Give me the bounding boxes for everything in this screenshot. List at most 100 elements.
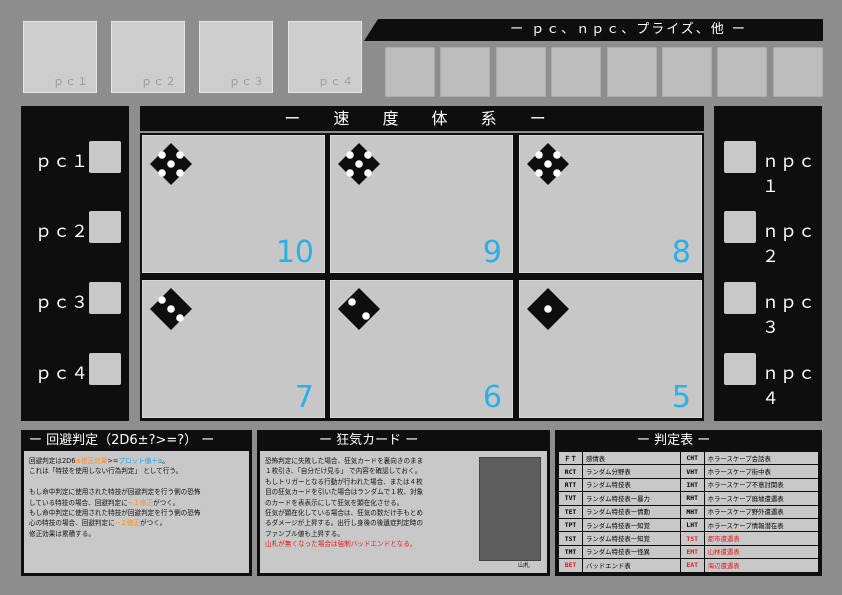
speed-cell[interactable]: 9 bbox=[330, 135, 513, 273]
speed-cell[interactable]: 7 bbox=[142, 280, 325, 418]
pc1-card-slot[interactable]: ｐｃ１ bbox=[23, 21, 97, 93]
npc-row-label: ｎｐｃ２ bbox=[762, 222, 816, 267]
table-name-cell: ランダム特技表ー暴力 bbox=[582, 491, 681, 506]
table-code-cell: BET bbox=[558, 558, 583, 573]
speed-cell[interactable]: 5 bbox=[519, 280, 702, 418]
pc3-card-slot[interactable]: ｐｃ３ bbox=[199, 21, 273, 93]
deck-card-slot[interactable] bbox=[479, 457, 541, 561]
dice-icon bbox=[527, 143, 569, 185]
dice-pip bbox=[346, 151, 354, 159]
npc-slot[interactable] bbox=[717, 47, 767, 97]
pc-row-label: ｐｃ２ bbox=[35, 222, 89, 242]
table-row[interactable]: RCT ランダム分野表 VHT ホラースケープ街中表 bbox=[558, 464, 820, 479]
pc-row-label: ｐｃ３ bbox=[35, 293, 89, 313]
dice-pip bbox=[176, 169, 184, 177]
pc-marker-box[interactable] bbox=[89, 353, 121, 385]
pc-row: ｐｃ２ bbox=[21, 211, 129, 247]
npc-prize-banner: ー ｐｃ、ｎｐｃ、プライズ、他 ー bbox=[364, 19, 823, 41]
judge-table-panel: ー 判定表 ー ＦＴ 感情表 CHT ホラースケープ会話表 RCT ランダム分野表 VHT ホ… bbox=[555, 430, 822, 576]
dice-icon bbox=[338, 288, 380, 330]
dice-pip bbox=[553, 169, 561, 177]
npc-slot[interactable] bbox=[496, 47, 546, 97]
speed-cell[interactable]: 10 bbox=[142, 135, 325, 273]
speed-number: 8 bbox=[671, 235, 691, 270]
table-code-cell: ＦＴ bbox=[558, 450, 583, 466]
table-code-cell: CHT bbox=[679, 450, 705, 466]
dice-pip bbox=[348, 298, 356, 306]
table-name-cell: ランダム特技表ー知覚 bbox=[582, 531, 681, 546]
table-code-cell: LHT bbox=[679, 517, 705, 533]
npc-row: ｎｐｃ４ bbox=[714, 353, 822, 409]
pc-marker-box[interactable] bbox=[89, 282, 121, 314]
pc-card-label: ｐｃ１ bbox=[53, 75, 89, 88]
table-row[interactable]: BET バッドエンド表 EAT 海辺遭遇表 bbox=[558, 558, 820, 573]
npc-row-label: ｎｐｃ４ bbox=[762, 364, 816, 409]
speed-number: 7 bbox=[294, 380, 314, 415]
dice-pip bbox=[158, 151, 166, 159]
evasion-body: 回避判定は2D6±修正効果>=プロット値＋α。 これは「特技を使用しない行為判定… bbox=[24, 451, 249, 573]
table-name-cell: ホラースケープ不意討関表 bbox=[703, 477, 820, 493]
pc-row-label: ｐｃ４ bbox=[35, 364, 89, 384]
npc-slot[interactable] bbox=[773, 47, 823, 97]
speed-grid: 10 9 8 7 6 5 bbox=[140, 133, 704, 421]
table-row[interactable]: TST ランダム特技表ー知覚 TST 都市遭遇表 bbox=[558, 531, 820, 546]
dice-pip bbox=[535, 169, 543, 177]
table-name-cell: ホラースケープ廃墟遭遇表 bbox=[703, 491, 820, 506]
table-code-cell: EAT bbox=[679, 558, 705, 573]
pc-row: ｐｃ４ bbox=[21, 353, 129, 389]
table-name-cell: バッドエンド表 bbox=[582, 558, 681, 573]
table-row[interactable]: RTT ランダム特技表 IHT ホラースケープ不意討関表 bbox=[558, 477, 820, 493]
dice-pip bbox=[167, 160, 175, 168]
table-code-cell: TPT bbox=[558, 517, 583, 533]
madness-body: 恐怖判定に失敗した場合、狂気カードを裏向きのまま １枚引き、「自分だけ見る」 で… bbox=[260, 451, 547, 573]
pc-marker-box[interactable] bbox=[89, 141, 121, 173]
table-code-cell: EMT bbox=[679, 544, 705, 560]
speed-system-title: ー 速 度 体 系 ー bbox=[140, 106, 704, 131]
table-name-cell: 感情表 bbox=[582, 450, 681, 466]
speed-cell[interactable]: 6 bbox=[330, 280, 513, 418]
npc-slot[interactable] bbox=[440, 47, 490, 97]
dice-pip bbox=[176, 314, 184, 322]
dice-pip bbox=[544, 160, 552, 168]
judge-table: ＦＴ 感情表 CHT ホラースケープ会話表 RCT ランダム分野表 VHT ホラースケープ街中… bbox=[558, 450, 820, 573]
pc-card-label: ｐｃ３ bbox=[229, 75, 265, 88]
evasion-panel: ー 回避判定（2D6±?>=?） ー 回避判定は2D6±修正効果>=プロット値＋… bbox=[21, 430, 252, 576]
table-code-cell: RTT bbox=[558, 477, 583, 493]
table-name-cell: ランダム特技表ー情動 bbox=[582, 504, 681, 519]
evasion-title: ー 回避判定（2D6±?>=?） ー bbox=[29, 433, 215, 448]
pc-row-label: ｐｃ１ bbox=[35, 152, 89, 172]
speed-cell[interactable]: 8 bbox=[519, 135, 702, 273]
dice-pip bbox=[364, 169, 372, 177]
npc-marker-box[interactable] bbox=[724, 141, 756, 173]
table-row[interactable]: TET ランダム特技表ー情動 MHT ホラースケープ野外遭遇表 bbox=[558, 504, 820, 519]
npc-slot[interactable] bbox=[551, 47, 601, 97]
speed-number: 10 bbox=[275, 235, 314, 270]
npc-side-panel: ｎｐｃ１ ｎｐｃ２ ｎｐｃ３ ｎｐｃ４ bbox=[714, 106, 822, 421]
pc-marker-box[interactable] bbox=[89, 211, 121, 243]
table-code-cell: VHT bbox=[679, 464, 705, 479]
table-name-cell: ホラースケープ街中表 bbox=[703, 464, 820, 479]
judge-title: ー 判定表 ー bbox=[637, 433, 711, 448]
npc-slot[interactable] bbox=[662, 47, 712, 97]
pc4-card-slot[interactable]: ｐｃ４ bbox=[288, 21, 362, 93]
dice-pip bbox=[167, 305, 175, 313]
table-row[interactable]: TPT ランダム特技表ー知覚 LHT ホラースケープ情報潜在表 bbox=[558, 517, 820, 533]
dice-icon bbox=[527, 288, 569, 330]
table-name-cell: ランダム特技表 bbox=[582, 477, 681, 493]
npc-slot[interactable] bbox=[607, 47, 657, 97]
table-code-cell: TMT bbox=[558, 544, 583, 560]
table-code-cell: TET bbox=[558, 504, 583, 519]
pc2-card-slot[interactable]: ｐｃ２ bbox=[111, 21, 185, 93]
npc-marker-box[interactable] bbox=[724, 211, 756, 243]
npc-row-label: ｎｐｃ１ bbox=[762, 152, 816, 197]
npc-marker-box[interactable] bbox=[724, 282, 756, 314]
npc-slot[interactable] bbox=[385, 47, 435, 97]
table-code-cell: MHT bbox=[679, 504, 705, 519]
table-row[interactable]: TVT ランダム特技表ー暴力 RHT ホラースケープ廃墟遭遇表 bbox=[558, 491, 820, 506]
dice-pip bbox=[544, 305, 552, 313]
table-row[interactable]: ＦＴ 感情表 CHT ホラースケープ会話表 bbox=[558, 450, 820, 466]
pc-row: ｐｃ３ bbox=[21, 282, 129, 318]
table-name-cell: 都市遭遇表 bbox=[703, 531, 820, 546]
npc-marker-box[interactable] bbox=[724, 353, 756, 385]
table-row[interactable]: TMT ランダム特技表ー怪異 EMT 山林遭遇表 bbox=[558, 544, 820, 560]
